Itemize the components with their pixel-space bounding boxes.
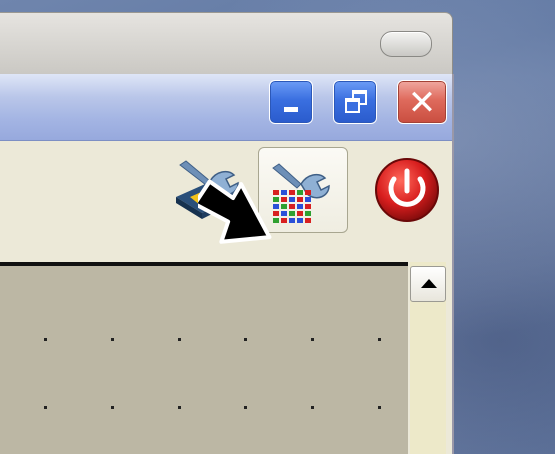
main-window: ✕	[0, 74, 454, 454]
design-canvas[interactable]	[0, 262, 408, 454]
restore-icon-front	[345, 98, 360, 113]
scroll-up-button[interactable]	[410, 266, 446, 302]
minimize-button[interactable]	[269, 80, 313, 124]
grid-dot	[311, 338, 314, 341]
grid-dot	[311, 406, 314, 409]
grid-dot	[244, 338, 247, 341]
power-button[interactable]	[370, 153, 444, 227]
scroll-up-arrow-icon	[421, 279, 437, 288]
grid-dot	[178, 406, 181, 409]
grid-dot	[111, 338, 114, 341]
grid-dot	[378, 338, 381, 341]
pill-button-icon[interactable]	[380, 31, 432, 57]
grid-dot	[378, 406, 381, 409]
title-bar[interactable]: ✕	[0, 74, 452, 141]
minimize-icon	[284, 107, 298, 112]
canvas-frame	[0, 254, 452, 454]
close-button[interactable]: ✕	[397, 80, 447, 124]
grid-dot	[44, 338, 47, 341]
power-icon	[375, 158, 439, 222]
grid-dot	[111, 406, 114, 409]
toolbar	[0, 141, 452, 254]
close-icon: ✕	[407, 83, 437, 123]
vertical-scrollbar[interactable]	[410, 262, 446, 454]
grid-dot	[44, 406, 47, 409]
restore-button[interactable]	[333, 80, 377, 124]
background-window[interactable]	[0, 12, 453, 77]
grid-dot	[244, 406, 247, 409]
grid-dot	[178, 338, 181, 341]
